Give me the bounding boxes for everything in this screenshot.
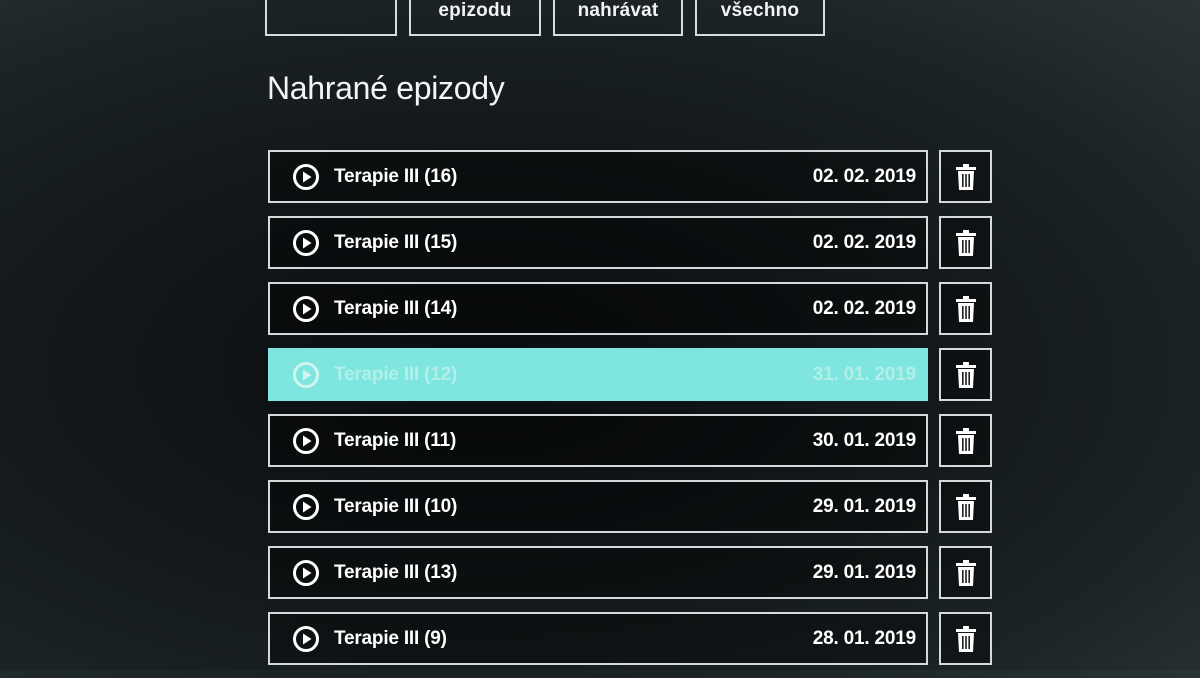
trash-icon [955, 295, 976, 322]
episode-title: Terapie III (9) [334, 627, 447, 649]
play-circle-icon [293, 427, 319, 454]
episode-play-button[interactable]: Terapie III (13) 29. 01. 2019 [268, 546, 928, 599]
episode-date: 29. 01. 2019 [812, 495, 916, 517]
episode-date: 30. 01. 2019 [812, 429, 916, 451]
episode-play-button[interactable]: Terapie III (12) 31. 01. 2019 [268, 348, 928, 401]
delete-button[interactable] [939, 546, 992, 599]
episode-date: 29. 01. 2019 [812, 561, 916, 583]
episode-date: 02. 02. 2019 [812, 165, 916, 187]
trash-icon [955, 493, 976, 520]
episode-list: Terapie III (16) 02. 02. 2019 Terapie II… [268, 150, 993, 678]
delete-button[interactable] [939, 282, 992, 335]
episode-play-button[interactable]: Terapie III (9) 28. 01. 2019 [268, 612, 928, 665]
episode-title: Terapie III (11) [334, 429, 457, 451]
trash-icon [955, 427, 976, 454]
play-circle-icon [293, 229, 319, 256]
episode-row: Terapie III (15) 02. 02. 2019 [268, 216, 993, 269]
episode-row: Terapie III (13) 29. 01. 2019 [268, 546, 993, 599]
episode-play-button[interactable]: Terapie III (15) 02. 02. 2019 [268, 216, 928, 269]
episode-title: Terapie III (13) [334, 561, 458, 583]
delete-button[interactable] [939, 480, 992, 533]
play-circle-icon [293, 295, 319, 322]
episode-row: Terapie III (16) 02. 02. 2019 [268, 150, 993, 203]
episode-date: 02. 02. 2019 [812, 231, 916, 253]
page-title: Nahrané epizody [267, 70, 505, 106]
filter-button-episode[interactable]: epizodu [409, 0, 541, 36]
play-circle-icon [293, 163, 319, 190]
play-circle-icon [293, 493, 319, 520]
episode-row: Terapie III (11) 30. 01. 2019 [268, 414, 993, 467]
trash-icon [955, 625, 976, 652]
filter-button-record[interactable]: nahrávat [553, 0, 683, 36]
play-circle-icon [293, 361, 319, 388]
delete-button[interactable] [939, 348, 992, 401]
episode-date: 31. 01. 2019 [812, 363, 916, 385]
episode-title: Terapie III (16) [334, 165, 458, 187]
episode-play-button[interactable]: Terapie III (14) 02. 02. 2019 [268, 282, 928, 335]
trash-icon [955, 163, 976, 190]
trash-icon [955, 229, 976, 256]
episode-row-selected: Terapie III (12) 31. 01. 2019 [268, 348, 993, 401]
delete-button[interactable] [939, 150, 992, 203]
trash-icon [955, 559, 976, 586]
delete-button[interactable] [939, 216, 992, 269]
episode-date: 02. 02. 2019 [812, 297, 916, 319]
episode-play-button[interactable]: Terapie III (16) 02. 02. 2019 [268, 150, 928, 203]
episode-row: Terapie III (14) 02. 02. 2019 [268, 282, 993, 335]
filter-button-1[interactable] [265, 0, 397, 36]
episode-title: Terapie III (12) [334, 363, 458, 385]
delete-button[interactable] [939, 414, 992, 467]
episode-row: Terapie III (9) 28. 01. 2019 [268, 612, 993, 665]
episode-title: Terapie III (10) [334, 495, 458, 517]
episode-row: Terapie III (10) 29. 01. 2019 [268, 480, 993, 533]
episode-date: 28. 01. 2019 [812, 627, 916, 649]
episode-title: Terapie III (14) [334, 297, 458, 319]
play-circle-icon [293, 625, 319, 652]
filter-button-all[interactable]: všechno [695, 0, 825, 36]
trash-icon [955, 361, 976, 388]
play-circle-icon [293, 559, 319, 586]
filter-button-row: epizodu nahrávat všechno [265, 0, 825, 36]
episode-title: Terapie III (15) [334, 231, 458, 253]
episode-play-button[interactable]: Terapie III (11) 30. 01. 2019 [268, 414, 928, 467]
episode-play-button[interactable]: Terapie III (10) 29. 01. 2019 [268, 480, 928, 533]
delete-button[interactable] [939, 612, 992, 665]
